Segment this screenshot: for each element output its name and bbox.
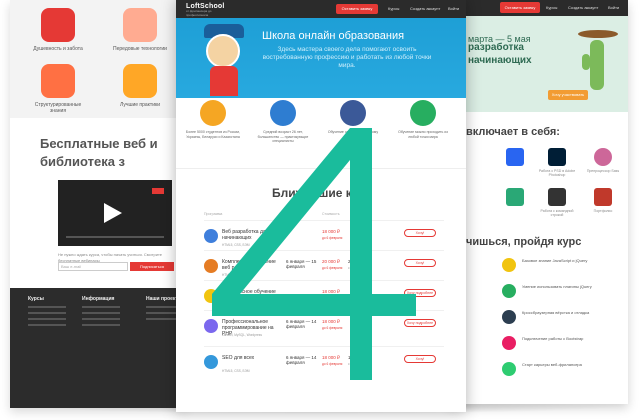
list-item: Кроссбраузерная вёрстка и отладка [502, 308, 620, 332]
email-input[interactable]: Ваш e-mail [58, 262, 128, 271]
students-icon [200, 100, 226, 126]
right-nav-login[interactable]: Войти [608, 5, 619, 10]
footer-col-info: Информация [82, 296, 120, 330]
table-row: Веб разработка для начинающих HTML5, CSS… [204, 220, 444, 250]
list-item: Подключение работы с Bootstrap [502, 334, 620, 358]
right-hero-title: разработка начинающих [468, 42, 532, 66]
upcoming-courses-title: Ближайшие к [272, 186, 352, 200]
cactus-icon [582, 40, 604, 90]
course-apply-button[interactable]: Хочу! [404, 259, 436, 267]
footer-col-title: Информация [82, 296, 115, 302]
list-item: Базовое знание JavaScript и jQuery [502, 256, 620, 280]
course-avatar-icon [204, 229, 218, 243]
left-feature-4: Лучшие практики [110, 64, 170, 108]
table-header-date: Даты [286, 212, 295, 216]
left-feature-label: Передовые технологии [113, 46, 167, 52]
center-page: LoftSchool от фрилансера до профессионал… [176, 0, 466, 412]
video-player[interactable] [58, 180, 172, 246]
right-navbar: Оставить заявку Курсы Создать аккаунт Во… [448, 0, 628, 16]
webstorm-icon [506, 188, 524, 206]
right-page: Оставить заявку Курсы Создать аккаунт Во… [448, 0, 628, 404]
left-feature-3: Структурированные знания [28, 64, 88, 114]
hero-title: Школа онлайн образования [262, 30, 405, 42]
course-avatar-icon [204, 259, 218, 273]
star-icon [123, 64, 157, 98]
webinars-title: Бесплатные веб и библиотека з [40, 136, 158, 169]
course-apply-button[interactable]: Хочу подробнее [404, 289, 436, 297]
left-feature-2: Передовые технологии [110, 8, 170, 52]
play-icon[interactable] [104, 203, 122, 223]
course-avatar-icon [204, 355, 218, 369]
course-apply-button[interactable]: Хочу! [404, 229, 436, 237]
left-feature-1: Душевность и забота [28, 8, 88, 52]
nav-courses[interactable]: Курсы [388, 6, 399, 11]
nav-signup[interactable]: Создать аккаунт [410, 6, 440, 11]
includes-title: включает в себя: [466, 126, 560, 138]
tool-label: Работа с PSD в Adobe Photoshop [538, 169, 576, 177]
left-page: Душевность и забота Передовые технологии… [10, 0, 186, 408]
record-badge [152, 188, 164, 194]
hero-subtitle: Здесь мастера своего дела помогают освои… [262, 46, 432, 70]
divider [176, 168, 466, 169]
table-header-price: Стоимость [322, 212, 340, 216]
sass-icon [594, 148, 612, 166]
globe-icon [410, 100, 436, 126]
right-hero-button[interactable]: Хочу участвовать [548, 90, 588, 100]
table-row: Профессиональное программирование на PHP… [204, 310, 444, 340]
course-avatar-icon [204, 319, 218, 333]
cowboy-hat-icon [578, 30, 618, 38]
paper-plane-icon [340, 100, 366, 126]
feature-text: Обучение онлайн по удобному графику [327, 130, 379, 139]
footer-col-courses: Курсы [28, 296, 66, 330]
table-row: Комплексное обучение веб разработке HTML… [204, 250, 444, 280]
loftschool-logo[interactable]: LoftSchool от фрилансера до профессионал… [186, 3, 230, 17]
mascot-body [210, 66, 238, 96]
code-icon [502, 310, 516, 324]
list-item: Умение использовать плагины jQuery [502, 282, 620, 306]
jquery-icon [502, 284, 516, 298]
list-item: Старт карьеры веб-фрилансера [502, 360, 620, 384]
composite-screenshot: Душевность и забота Передовые технологии… [0, 0, 640, 420]
table-header-course: Программа [204, 212, 223, 216]
course-apply-button[interactable]: Хочу! [404, 355, 436, 363]
rocket-icon [123, 8, 157, 42]
heart-icon [41, 8, 75, 42]
nav-login[interactable]: Войти [448, 6, 459, 11]
left-footer: Курсы Информация Наши проекты [10, 288, 185, 408]
table-row: Комплексное обучение JavaScript JS, jQue… [204, 280, 444, 310]
photoshop-icon [548, 148, 566, 166]
left-feature-label: Душевность и забота [33, 46, 83, 52]
mascot-icon [206, 34, 240, 68]
js-icon [502, 258, 516, 272]
tool-label: Портфолио [593, 209, 613, 213]
cta-button[interactable]: Оставить заявку [336, 4, 378, 14]
feature-text: Средний возраст 26 лет, большинство — пр… [257, 130, 309, 144]
tool-label: Препроцессор Sass [586, 169, 620, 173]
feature-text: Более 5000 студентов из России, Украины,… [185, 130, 241, 139]
course-avatar-icon [204, 289, 218, 303]
video-progress[interactable] [66, 236, 164, 238]
right-cta-button[interactable]: Оставить заявку [500, 2, 540, 13]
puzzle-icon [41, 64, 75, 98]
left-feature-label: Структурированные знания [34, 102, 82, 114]
footer-col-title: Курсы [28, 296, 44, 302]
learn-title: чишься, пройдя курс [466, 236, 582, 248]
table-row: SEO для всех HTML5, CSS, БЭМ 6 января — … [204, 346, 444, 376]
center-navbar: LoftSchool от фрилансера до профессионал… [176, 0, 466, 18]
left-feature-label: Лучшие практики [120, 102, 160, 108]
graduate-icon [270, 100, 296, 126]
css3-icon [506, 148, 524, 166]
right-nav-signup[interactable]: Создать аккаунт [568, 5, 598, 10]
terminal-icon [548, 188, 566, 206]
career-icon [502, 362, 516, 376]
subscribe-button[interactable]: Подписаться [130, 262, 174, 271]
bootstrap-icon [502, 336, 516, 350]
portfolio-icon [594, 188, 612, 206]
course-apply-button[interactable]: Хочу подробнее [404, 319, 436, 327]
tool-label: Работа с командной строкой [540, 209, 574, 217]
feature-text: Обучение можно проходить из любой точки … [398, 130, 448, 139]
right-nav-courses[interactable]: Курсы [546, 5, 557, 10]
